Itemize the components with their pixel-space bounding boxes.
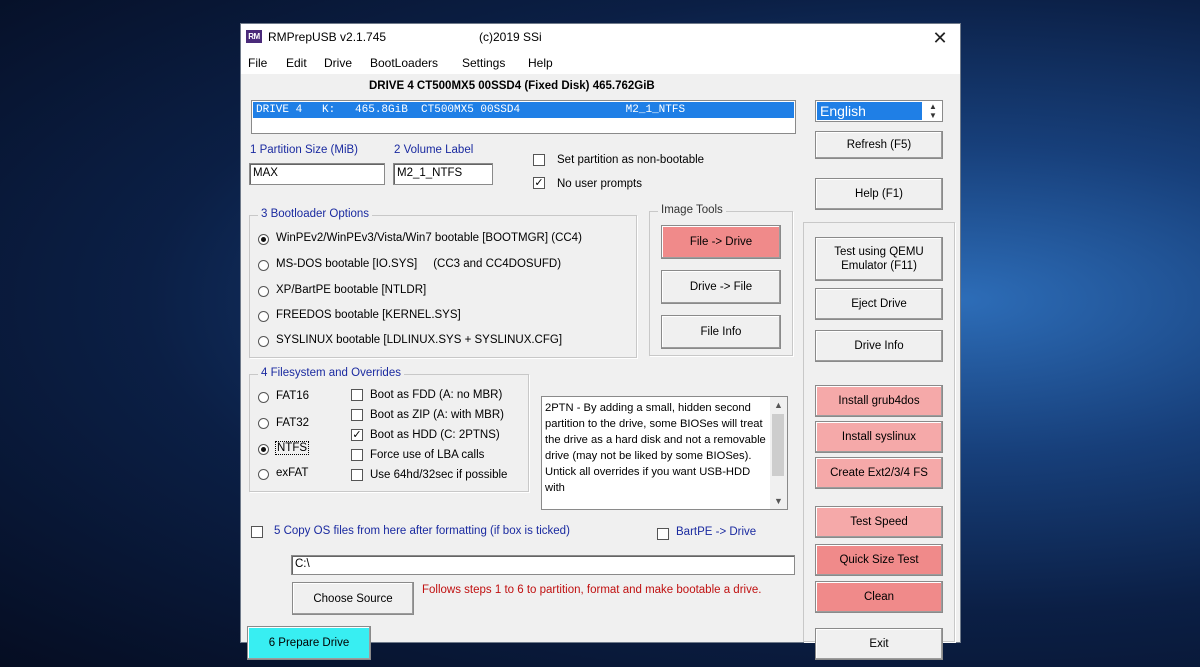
image-tools-group: Image Tools File -> Drive Drive -> File … <box>649 204 793 356</box>
fs-option-fat16[interactable]: FAT16 <box>276 390 309 402</box>
override-64hd-checkbox[interactable] <box>351 469 363 481</box>
override-hdd-label: Boot as HDD (C: 2PTNS) <box>370 429 500 441</box>
image-tools-title: Image Tools <box>658 204 726 216</box>
drive-to-file-button[interactable]: Drive -> File <box>661 270 781 304</box>
fs-option-fat32[interactable]: FAT32 <box>276 417 309 429</box>
scroll-down-icon[interactable]: ▼ <box>770 493 787 509</box>
bootloader-radio-syslinux[interactable] <box>258 336 269 347</box>
app-window: RM RMPrepUSB v2.1.745 (c)2019 SSi ✕ File… <box>240 23 961 660</box>
language-value: English <box>817 102 922 120</box>
bootloader-radio-freedos[interactable] <box>258 311 269 322</box>
menu-edit[interactable]: Edit <box>286 56 307 70</box>
partition-size-label: 1 Partition Size (MiB) <box>250 144 359 156</box>
bootloader-option-bootmgr[interactable]: WinPEv2/WinPEv3/Vista/Win7 bootable [BOO… <box>276 232 582 244</box>
menu-settings[interactable]: Settings <box>462 56 505 70</box>
drive-header: DRIVE 4 CT500MX5 00SSD4 (Fixed Disk) 465… <box>369 80 655 92</box>
menu-bar: File Edit Drive BootLoaders Settings Hel… <box>241 52 960 74</box>
fs-option-exfat[interactable]: exFAT <box>276 467 308 479</box>
menu-drive[interactable]: Drive <box>324 56 352 70</box>
bootloader-option-msdos[interactable]: MS-DOS bootable [IO.SYS] (CC3 and CC4DOS… <box>276 258 561 270</box>
language-spinner[interactable]: ▲ ▼ <box>926 102 940 120</box>
menu-bootloaders[interactable]: BootLoaders <box>370 56 438 70</box>
drive-list-row-selected[interactable]: DRIVE 4 K: 465.8GiB CT500MX5 00SSD4 M2_1… <box>253 102 794 118</box>
exit-button[interactable]: Exit <box>815 628 943 660</box>
eject-drive-button[interactable]: Eject Drive <box>815 288 943 320</box>
fs-radio-fat16[interactable] <box>258 392 269 403</box>
choose-source-button[interactable]: Choose Source <box>292 582 414 615</box>
override-zip-checkbox[interactable] <box>351 409 363 421</box>
volume-label-label: 2 Volume Label <box>394 144 474 156</box>
spin-up-icon[interactable]: ▲ <box>926 102 940 111</box>
bootloader-option-syslinux[interactable]: SYSLINUX bootable [LDLINUX.SYS + SYSLINU… <box>276 334 562 346</box>
test-speed-button[interactable]: Test Speed <box>815 506 943 538</box>
info-text: 2PTN - By adding a small, hidden second … <box>545 402 766 494</box>
override-fdd-checkbox[interactable] <box>351 389 363 401</box>
language-select[interactable]: English ▲ ▼ <box>815 100 943 122</box>
bartpe-label: BartPE -> Drive <box>676 526 757 538</box>
scroll-up-icon[interactable]: ▲ <box>770 397 787 413</box>
info-scrollbar[interactable]: ▲ ▼ <box>770 397 787 509</box>
title-bar: RM RMPrepUSB v2.1.745 (c)2019 SSi ✕ <box>241 24 960 52</box>
prepare-drive-button[interactable]: 6 Prepare Drive <box>247 626 371 660</box>
bootloader-option-freedos[interactable]: FREEDOS bootable [KERNEL.SYS] <box>276 309 461 321</box>
non-bootable-label: Set partition as non-bootable <box>557 154 705 166</box>
drive-info-button[interactable]: Drive Info <box>815 330 943 362</box>
bootloader-radio-msdos[interactable] <box>258 260 269 271</box>
override-64hd-label: Use 64hd/32sec if possible <box>370 469 508 481</box>
bootloader-group-title: 3 Bootloader Options <box>258 208 373 220</box>
no-prompts-checkbox[interactable]: ✓ <box>533 177 545 189</box>
qemu-test-button[interactable]: Test using QEMU Emulator (F11) <box>815 237 943 281</box>
source-path-input[interactable]: C:\ <box>291 555 795 575</box>
file-info-button[interactable]: File Info <box>661 315 781 349</box>
override-lba-checkbox[interactable] <box>351 449 363 461</box>
copy-os-label: 5 Copy OS files from here after formatti… <box>274 525 570 537</box>
help-button[interactable]: Help (F1) <box>815 178 943 210</box>
override-fdd-label: Boot as FDD (A: no MBR) <box>370 389 503 401</box>
override-hdd-checkbox[interactable]: ✓ <box>351 429 363 441</box>
info-textbox[interactable]: 2PTN - By adding a small, hidden second … <box>541 396 788 510</box>
fs-radio-ntfs[interactable] <box>258 444 269 455</box>
qemu-line1: Test using QEMU <box>834 246 924 258</box>
quick-size-test-button[interactable]: Quick Size Test <box>815 544 943 576</box>
bootloader-option-ntldr[interactable]: XP/BartPE bootable [NTLDR] <box>276 284 426 296</box>
refresh-button[interactable]: Refresh (F5) <box>815 131 943 159</box>
close-icon[interactable]: ✕ <box>920 24 960 52</box>
volume-label-input[interactable]: M2_1_NTFS <box>393 163 493 185</box>
qemu-line2: Emulator (F11) <box>841 260 917 272</box>
file-to-drive-button[interactable]: File -> Drive <box>661 225 781 259</box>
install-syslinux-button[interactable]: Install syslinux <box>815 421 943 453</box>
app-icon: RM <box>246 30 262 43</box>
window-copyright: (c)2019 SSi <box>479 30 542 44</box>
partition-size-input[interactable]: MAX <box>249 163 385 185</box>
fs-radio-fat32[interactable] <box>258 418 269 429</box>
filesystem-group-title: 4 Filesystem and Overrides <box>258 367 404 379</box>
spin-down-icon[interactable]: ▼ <box>926 111 940 120</box>
scroll-thumb[interactable] <box>772 414 784 476</box>
create-ext-fs-button[interactable]: Create Ext2/3/4 FS <box>815 457 943 489</box>
drive-list[interactable]: DRIVE 4 K: 465.8GiB CT500MX5 00SSD4 M2_1… <box>251 100 796 134</box>
bartpe-checkbox[interactable] <box>657 528 669 540</box>
install-grub4dos-button[interactable]: Install grub4dos <box>815 385 943 417</box>
steps-hint: Follows steps 1 to 6 to partition, forma… <box>422 584 762 596</box>
filesystem-group: 4 Filesystem and Overrides FAT16 FAT32 N… <box>249 367 529 492</box>
fs-radio-exfat[interactable] <box>258 469 269 480</box>
bootloader-group: 3 Bootloader Options WinPEv2/WinPEv3/Vis… <box>249 208 637 358</box>
window-title: RMPrepUSB v2.1.745 <box>268 30 387 44</box>
client-area: DRIVE 4 CT500MX5 00SSD4 (Fixed Disk) 465… <box>241 74 960 660</box>
fs-option-ntfs[interactable]: NTFS <box>275 441 310 455</box>
no-prompts-label: No user prompts <box>557 178 643 190</box>
bootloader-radio-bootmgr[interactable] <box>258 234 269 245</box>
menu-file[interactable]: File <box>248 56 267 70</box>
clean-button[interactable]: Clean <box>815 581 943 613</box>
override-lba-label: Force use of LBA calls <box>370 449 485 461</box>
copy-os-checkbox[interactable] <box>251 526 263 538</box>
override-zip-label: Boot as ZIP (A: with MBR) <box>370 409 504 421</box>
non-bootable-checkbox[interactable] <box>533 154 545 166</box>
menu-help[interactable]: Help <box>528 56 553 70</box>
bootloader-radio-ntldr[interactable] <box>258 286 269 297</box>
